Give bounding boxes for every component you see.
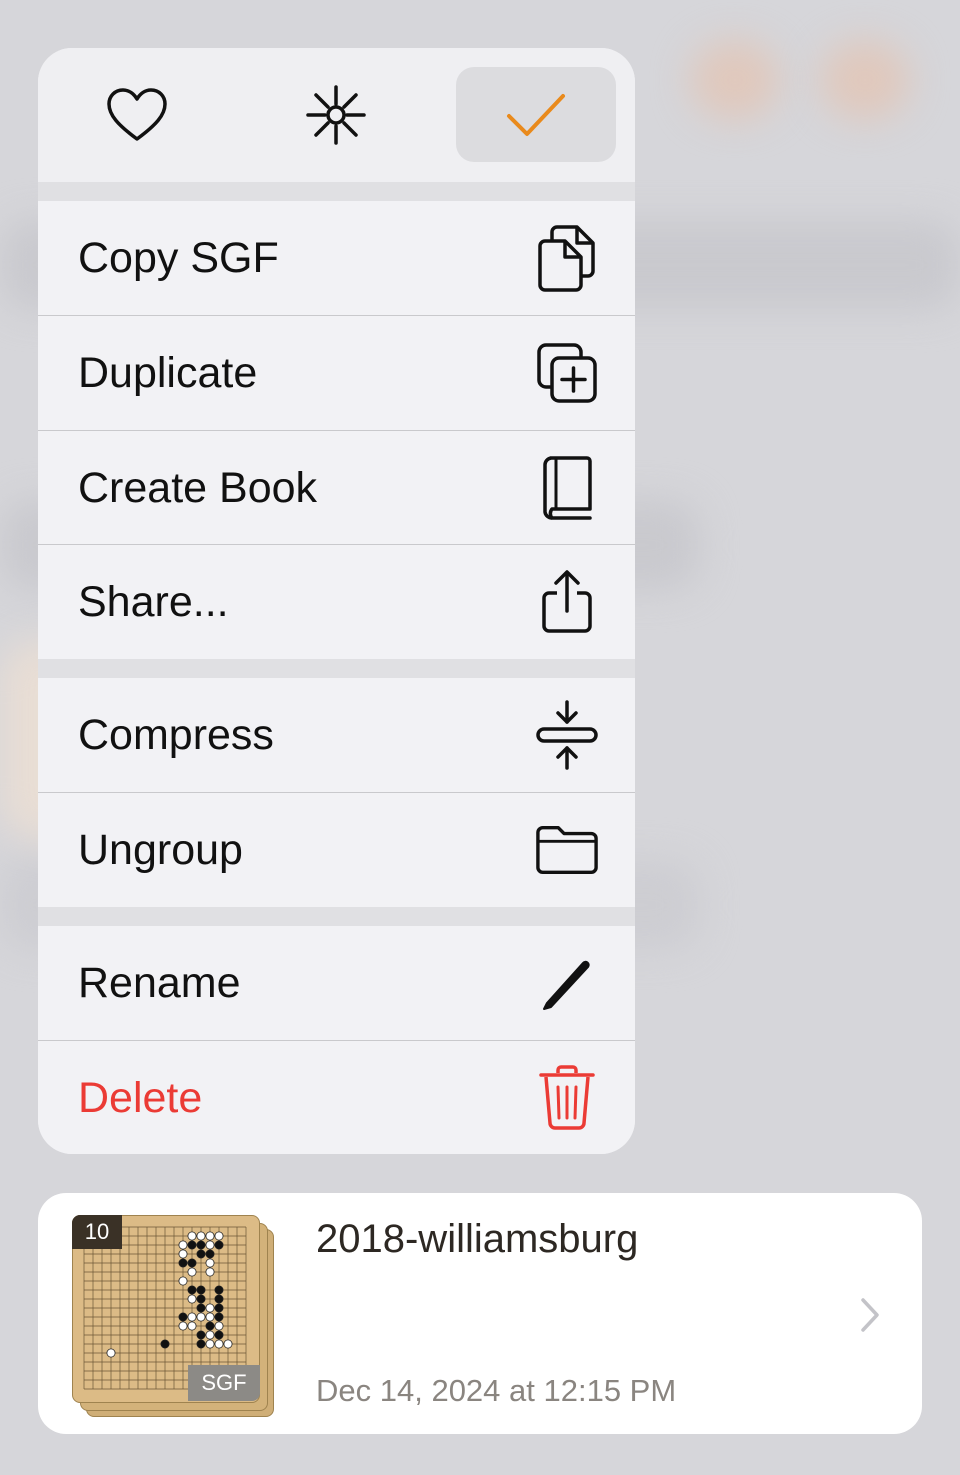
menu-item-label: Delete xyxy=(78,1073,203,1122)
file-title: 2018-williamsburg xyxy=(316,1217,639,1261)
white-stone xyxy=(214,1339,224,1349)
create-book-menu-item[interactable]: Create Book xyxy=(38,431,635,545)
copy-documents-icon xyxy=(535,225,599,292)
black-stone xyxy=(214,1312,224,1322)
white-stone xyxy=(187,1312,197,1322)
white-stone xyxy=(187,1267,197,1277)
delete-menu-item[interactable]: Delete xyxy=(38,1041,635,1154)
file-card[interactable]: 10 SGF 2018-williamsburg Dec 14, 2024 at… xyxy=(38,1193,922,1434)
white-stone xyxy=(214,1231,224,1241)
black-stone xyxy=(196,1330,206,1340)
duplicate-plus-icon xyxy=(535,341,599,405)
black-stone xyxy=(187,1258,197,1268)
white-stone xyxy=(178,1249,188,1259)
black-stone xyxy=(196,1339,206,1349)
pencil-icon xyxy=(535,951,599,1015)
white-stone xyxy=(205,1339,215,1349)
rename-menu-item[interactable]: Rename xyxy=(38,926,635,1040)
black-stone xyxy=(214,1294,224,1304)
menu-item-label: Copy SGF xyxy=(78,233,279,282)
black-stone xyxy=(214,1303,224,1313)
share-icon xyxy=(535,570,599,634)
sparkle-icon xyxy=(306,84,366,145)
white-stone xyxy=(223,1339,233,1349)
favorite-button[interactable] xyxy=(57,67,217,162)
select-button[interactable] xyxy=(456,67,616,162)
chevron-right-icon[interactable] xyxy=(858,1295,882,1335)
ungroup-menu-item[interactable]: Ungroup xyxy=(38,793,635,907)
white-stone xyxy=(178,1321,188,1331)
background-blur xyxy=(820,40,910,120)
compress-menu-item[interactable]: Compress xyxy=(38,678,635,792)
white-stone xyxy=(178,1276,188,1286)
white-stone xyxy=(205,1258,215,1268)
trash-icon xyxy=(535,1065,599,1130)
menu-item-label: Rename xyxy=(78,958,241,1007)
menu-item-label: Create Book xyxy=(78,463,318,512)
share-menu-item[interactable]: Share... xyxy=(38,545,635,659)
black-stone xyxy=(196,1249,206,1259)
book-icon xyxy=(535,456,599,520)
format-badge: SGF xyxy=(188,1365,260,1401)
move-count-badge: 10 xyxy=(72,1215,122,1249)
folder-icon xyxy=(535,818,599,882)
black-stone xyxy=(160,1339,170,1349)
section-separator xyxy=(38,907,635,926)
context-menu: Copy SGF Duplicate Create Book Share... … xyxy=(38,48,635,1154)
white-stone xyxy=(205,1267,215,1277)
white-stone xyxy=(205,1312,215,1322)
highlight-button[interactable] xyxy=(256,67,416,162)
black-stone xyxy=(196,1294,206,1304)
white-stone xyxy=(187,1321,197,1331)
menu-item-label: Ungroup xyxy=(78,825,243,874)
section-separator xyxy=(38,182,635,201)
black-stone xyxy=(214,1240,224,1250)
black-stone xyxy=(205,1321,215,1331)
menu-item-label: Duplicate xyxy=(78,348,258,397)
black-stone xyxy=(214,1330,224,1340)
black-stone xyxy=(187,1240,197,1250)
white-stone xyxy=(178,1240,188,1250)
menu-item-label: Compress xyxy=(78,710,274,759)
black-stone xyxy=(187,1285,197,1295)
white-stone xyxy=(205,1303,215,1313)
black-stone xyxy=(178,1258,188,1268)
black-stone xyxy=(214,1285,224,1295)
white-stone xyxy=(187,1231,197,1241)
black-stone xyxy=(196,1285,206,1295)
menu-item-label: Share... xyxy=(78,577,229,626)
white-stone xyxy=(196,1312,206,1322)
white-stone xyxy=(187,1294,197,1304)
black-stone xyxy=(178,1312,188,1322)
white-stone xyxy=(106,1348,116,1358)
black-stone xyxy=(196,1240,206,1250)
white-stone xyxy=(196,1231,206,1241)
quick-actions-row xyxy=(38,48,635,182)
black-stone xyxy=(196,1303,206,1313)
white-stone xyxy=(205,1240,215,1250)
heart-icon xyxy=(107,87,167,141)
white-stone xyxy=(205,1330,215,1340)
file-date: Dec 14, 2024 at 12:15 PM xyxy=(316,1373,677,1408)
board-thumbnail: 10 SGF xyxy=(72,1215,274,1417)
white-stone xyxy=(214,1321,224,1331)
white-stone xyxy=(205,1231,215,1241)
compress-arrows-icon xyxy=(535,700,599,770)
section-separator xyxy=(38,659,635,678)
background-blur xyxy=(690,40,780,120)
copy-sgf-menu-item[interactable]: Copy SGF xyxy=(38,201,635,315)
black-stone xyxy=(205,1249,215,1259)
duplicate-menu-item[interactable]: Duplicate xyxy=(38,316,635,430)
checkmark-icon xyxy=(507,93,565,136)
